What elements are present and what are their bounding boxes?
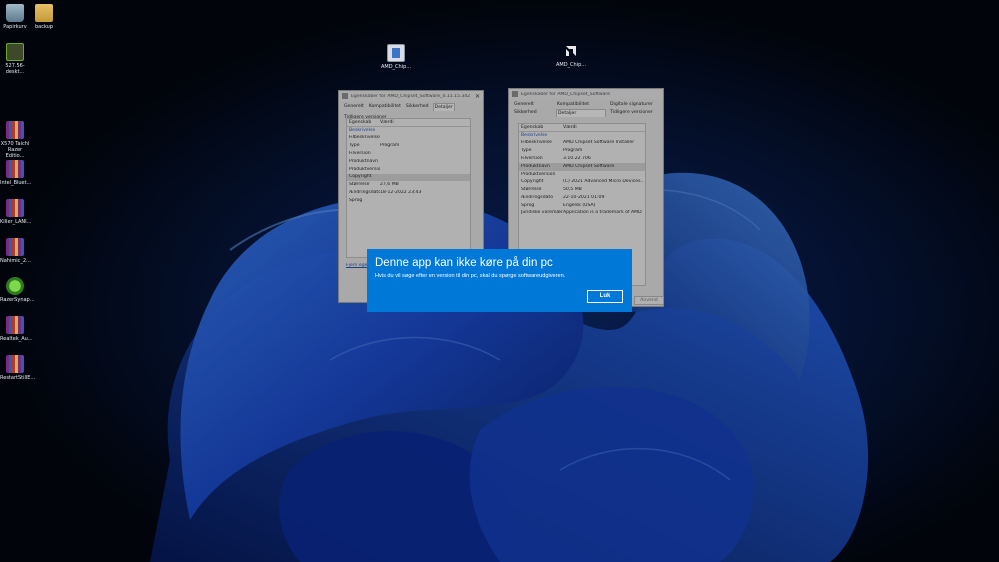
desktop-icon-razer-synapse[interactable]: RazerSynap... <box>0 277 35 303</box>
desktop-icon-backup[interactable]: backup <box>29 4 59 30</box>
details-list-header: Egenskab Værdi <box>347 119 470 127</box>
tab-security[interactable]: Sikkerhed <box>513 109 553 117</box>
window-titlebar[interactable]: Egenskaber for AMD_Chipset_Software_4.11… <box>339 91 483 101</box>
list-item[interactable]: Ændringsdato 18-12-2022 23:43 <box>347 189 470 197</box>
list-item[interactable]: Filbeskrivelse AMD Chipset Software Insta… <box>519 140 645 148</box>
razer-synapse-icon <box>6 277 24 295</box>
tab-details[interactable]: Detaljer <box>432 103 455 111</box>
desktop-icon-label: backup <box>34 24 54 30</box>
desktop-icon-intel-bluetooth[interactable]: Intel_Bluet... <box>0 160 32 186</box>
file-icon <box>512 91 518 97</box>
list-item-selected[interactable]: Copyright <box>347 173 470 182</box>
column-header-value[interactable]: Værdi <box>380 120 394 125</box>
winrar-archive-icon <box>6 316 24 334</box>
recycle-bin-icon <box>6 4 24 22</box>
section-header: Beskrivelse <box>521 132 548 138</box>
tab-previous-versions[interactable]: Tidligere versioner <box>609 109 654 117</box>
dialog-message: Hvis du vil søge efter en version til di… <box>375 273 566 279</box>
tab-general[interactable]: Generelt <box>513 101 553 109</box>
desktop-icon-label: Realtek_Au... <box>0 336 33 342</box>
tab-bar: Generelt Sikkerhed Kompatibilitet Detalj… <box>509 99 663 118</box>
list-item[interactable]: Produktversion <box>519 171 645 179</box>
desktop-icon-label: RestartStillE... <box>0 375 36 381</box>
desktop-icon-label: X570 Taichi Razer Editio... <box>0 141 30 159</box>
amd-installer-icon <box>387 44 405 62</box>
tab-compatibility[interactable]: Kompatibilitet <box>368 103 402 111</box>
desktop-icon-label: RazerSynap... <box>0 297 35 303</box>
dialog-title: Denne app kan ikke køre på din pc <box>375 257 553 269</box>
winrar-archive-icon <box>6 121 24 139</box>
details-list-header: Egenskab Værdi <box>519 124 645 132</box>
tab-details[interactable]: Detaljer <box>556 108 606 118</box>
list-item-selected[interactable]: Produktnavn AMD Chipset Software <box>519 163 645 171</box>
nvidia-installer-icon <box>6 43 24 61</box>
apply-button[interactable]: Anvend <box>634 296 664 305</box>
winrar-archive-icon <box>6 199 24 217</box>
tab-digital-signatures[interactable]: Digitale signaturer <box>609 101 654 109</box>
column-header-value[interactable]: Værdi <box>563 125 577 130</box>
desktop-icon-label: Killer_LANI... <box>0 219 32 225</box>
list-item[interactable]: Filbeskrivelse <box>347 135 470 143</box>
window-title: Egenskaber for AMD_Chipset_Software_4.11… <box>351 93 471 99</box>
desktop-icon-recycle-bin[interactable]: Papirkurv <box>0 4 30 30</box>
list-item[interactable]: Sprog Engelsk (USA) <box>519 202 645 210</box>
list-item[interactable]: Filversion <box>347 150 470 158</box>
remove-properties-link[interactable]: Fjern egenskaber og personlige oplysning… <box>346 263 368 268</box>
window-titlebar[interactable]: Egenskaber for AMD_Chipset_Software <box>509 89 663 99</box>
list-item[interactable]: Størrelse 27,6 MB <box>347 181 470 189</box>
list-item[interactable]: Type Program <box>347 143 470 151</box>
desktop-icon-killer-lan[interactable]: Killer_LANI... <box>0 199 32 225</box>
tab-security[interactable]: Sikkerhed <box>405 103 430 111</box>
column-header-property[interactable]: Egenskab <box>349 120 380 125</box>
list-item[interactable]: Ændringsdato 22-10-2021 01:09 <box>519 194 645 202</box>
details-list[interactable]: Egenskab Værdi Beskrivelse Filbeskrivels… <box>346 118 471 258</box>
section-header: Beskrivelse <box>349 127 376 133</box>
winrar-archive-icon <box>6 160 24 178</box>
desktop-icon-restartstill[interactable]: RestartStillE... <box>0 355 36 381</box>
desktop-icon-label: Papirkurv <box>3 24 27 30</box>
tab-general[interactable]: Generelt <box>343 103 365 111</box>
folder-icon <box>35 4 53 22</box>
close-icon[interactable]: ✕ <box>475 93 480 100</box>
list-item[interactable]: Copyright (C) 2021 Advanced Micro Devices… <box>519 179 645 187</box>
desktop-icon-label: Intel_Bluet... <box>0 180 32 186</box>
desktop-icon-amd-chipset-1[interactable]: AMD_Chip... <box>380 44 412 70</box>
list-item[interactable]: Produktnavn <box>347 158 470 166</box>
tab-compatibility[interactable]: Kompatibilitet <box>556 101 606 109</box>
list-item[interactable]: Type Program <box>519 148 645 156</box>
desktop-icon-nvidia-driver[interactable]: 527.56-deskt... <box>0 43 30 75</box>
list-item[interactable]: Filversion 3.10.22.706 <box>519 155 645 163</box>
file-icon <box>342 93 348 99</box>
list-item[interactable]: Juridiske varemærkerApplication is a tra… <box>519 210 645 218</box>
desktop-icon-realtek-audio[interactable]: Realtek_Au... <box>0 316 33 342</box>
list-item[interactable]: Sprog <box>347 197 470 205</box>
list-item[interactable]: Produktversion <box>347 166 470 174</box>
amd-logo-icon <box>566 46 576 56</box>
desktop-icon-amd-chipset-2[interactable]: AMD_Chip... <box>555 44 587 68</box>
column-header-property[interactable]: Egenskab <box>521 125 563 130</box>
desktop-icon-label: Nahimic_2... <box>0 258 31 264</box>
winrar-archive-icon <box>6 238 24 256</box>
desktop-icon-label: AMD_Chip... <box>555 62 587 68</box>
list-item[interactable]: Størrelse 50,5 MB <box>519 186 645 194</box>
desktop-icon-nahimic[interactable]: Nahimic_2... <box>0 238 31 264</box>
desktop-icon-x570-archive[interactable]: X570 Taichi Razer Editio... <box>0 121 30 159</box>
desktop-icon-label: AMD_Chip... <box>380 64 412 70</box>
desktop-icon-label: 527.56-deskt... <box>5 63 25 75</box>
close-button[interactable]: Luk <box>587 290 623 303</box>
winrar-archive-icon <box>6 355 24 373</box>
window-title: Egenskaber for AMD_Chipset_Software <box>521 91 611 97</box>
